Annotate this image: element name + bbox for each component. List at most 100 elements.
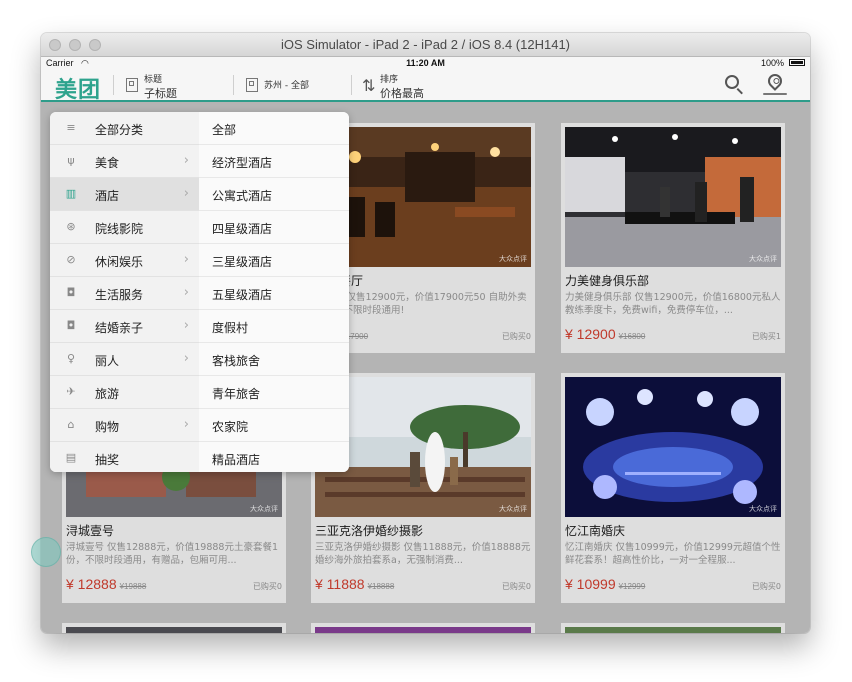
subcategory-label: 精品酒店 (212, 453, 261, 467)
touch-indicator (31, 537, 61, 567)
subcategory-label: 公寓式酒店 (212, 189, 273, 203)
subcategory-item[interactable]: 度假村 (199, 310, 349, 343)
plane-icon: ✈ (66, 385, 76, 398)
deal-title: 浔城壹号 (66, 524, 115, 538)
nav-location-selector[interactable]: 苏州 - 全部 (246, 69, 346, 100)
battery-percent: 100% (760, 58, 784, 68)
chevron-right-icon: › (183, 285, 189, 300)
nav-category-selector[interactable]: 标题 子标题 (126, 69, 236, 100)
category-item-leisure[interactable]: ⊘ 休闲娱乐 › (50, 244, 199, 277)
camera-icon: ◘ (66, 319, 76, 332)
category-item-all[interactable]: ≡ 全部分类 (50, 112, 199, 145)
camera-icon: ◘ (66, 286, 76, 299)
category-item-lottery[interactable]: ▤ 抽奖 (50, 442, 199, 472)
deal-card[interactable]: 大众点评 力美健身俱乐部 力美健身俱乐部 仅售12900元，价值16800元私人… (561, 123, 785, 353)
sort-value: 价格最高 (380, 87, 424, 100)
deal-image (66, 627, 282, 633)
subcategory-item[interactable]: 精品酒店 (199, 442, 349, 472)
subcategory-item[interactable]: 公寓式酒店 (199, 178, 349, 211)
watermark: 大众点评 (499, 505, 527, 513)
subcategory-label: 农家院 (212, 420, 249, 434)
deal-image (315, 627, 531, 633)
nav-divider (351, 75, 352, 95)
price-value: ¥ 12900 (565, 326, 616, 342)
subcategory-item[interactable]: 五星级酒店 (199, 277, 349, 310)
simulator-window: iOS Simulator - iPad 2 - iPad 2 / iOS 8.… (41, 33, 810, 633)
subcategory-label: 四星级酒店 (212, 222, 273, 236)
chevron-right-icon: › (183, 351, 189, 366)
beauty-icon: ♀ (66, 352, 76, 365)
watermark: 大众点评 (499, 255, 527, 263)
category-item-shopping[interactable]: ⌂ 购物 › (50, 409, 199, 442)
original-price: ¥18888 (367, 582, 395, 591)
deal-price: ¥ 10999 ¥12999 (565, 576, 645, 592)
subcategory-label: 度假村 (212, 321, 249, 335)
sold-count: 已购买0 (501, 582, 531, 591)
subcategory-label: 五星级酒店 (212, 288, 273, 302)
deal-price: ¥ 11888 ¥18888 (315, 576, 394, 592)
bag-icon: ⌂ (67, 418, 75, 431)
nav-title: 标题 (144, 75, 163, 85)
price-value: ¥ 11888 (315, 576, 365, 592)
price-value: ¥ 12888 (66, 576, 117, 592)
deal-image (565, 377, 781, 517)
building-icon (126, 78, 138, 92)
original-price: ¥12999 (618, 582, 646, 591)
category-item-beauty[interactable]: ♀ 丽人 › (50, 343, 199, 376)
nav-bar: 美团 标题 子标题 苏州 - 全部 ⇅ 排序 价格最高 (41, 69, 810, 103)
category-item-food[interactable]: ψ 美食 › (50, 145, 199, 178)
category-label: 全部分类 (95, 123, 144, 137)
original-price: ¥16800 (618, 332, 646, 341)
subcategory-item[interactable]: 经济型酒店 (199, 145, 349, 178)
location-pin-icon[interactable] (765, 71, 785, 91)
subcategory-list: 全部 经济型酒店 公寓式酒店 四星级酒店 三星级酒店 五星级酒店 度假村 客栈旅… (199, 112, 349, 472)
search-icon[interactable] (725, 75, 739, 89)
deal-card[interactable]: 大众点评 忆江南婚庆 忆江南婚庆 仅售10999元，价值12999元超值个性鲜花… (561, 373, 785, 603)
price-value: ¥ 10999 (565, 576, 616, 592)
film-reel-icon: ⊛ (66, 220, 76, 233)
nav-sort-selector[interactable]: ⇅ 排序 价格最高 (362, 69, 462, 100)
subcategory-label: 客栈旅舍 (212, 354, 261, 368)
watermark: 大众点评 (749, 255, 777, 263)
category-item-wedding[interactable]: ◘ 结婚亲子 › (50, 310, 199, 343)
category-item-life-services[interactable]: ◘ 生活服务 › (50, 277, 199, 310)
location-pin-base (763, 93, 787, 95)
subcategory-item[interactable]: 农家院 (199, 409, 349, 442)
deal-card[interactable] (62, 623, 286, 633)
subcategory-item[interactable]: 四星级酒店 (199, 211, 349, 244)
deal-card[interactable] (561, 623, 785, 633)
sold-count: 已购买0 (751, 582, 781, 591)
category-label: 美食 (95, 156, 120, 170)
deal-description: 忆江南婚庆 仅售10999元，价值12999元超值个性鲜花套系！超高性价比，一对… (565, 542, 781, 566)
category-item-travel[interactable]: ✈ 旅游 (50, 376, 199, 409)
sold-count: 已购买0 (501, 332, 531, 341)
subcategory-item[interactable]: 客栈旅舍 (199, 343, 349, 376)
watermark: 大众点评 (749, 505, 777, 513)
window-titlebar: iOS Simulator - iPad 2 - iPad 2 / iOS 8.… (41, 33, 810, 57)
category-label: 购物 (95, 420, 120, 434)
subcategory-item[interactable]: 全部 (199, 112, 349, 145)
chevron-right-icon: › (183, 417, 189, 432)
sort-title: 排序 (380, 75, 399, 85)
category-item-cinema[interactable]: ⊛ 院线影院 (50, 211, 199, 244)
subcategory-item[interactable]: 青年旅舍 (199, 376, 349, 409)
deal-image (565, 627, 781, 633)
deal-card[interactable] (311, 623, 535, 633)
sold-count: 已购买1 (751, 332, 781, 341)
watermark: 大众点评 (250, 505, 278, 513)
chevron-right-icon: › (183, 252, 189, 267)
nav-divider (113, 75, 114, 95)
subcategory-item[interactable]: 三星级酒店 (199, 244, 349, 277)
deal-description: 浔城壹号 仅售12888元，价值19888元土豪套餐1份，不限时段通用，有赠品，… (66, 542, 279, 566)
battery-icon (789, 59, 805, 66)
menu-icon: ≡ (66, 121, 76, 134)
deal-price: ¥ 12888 ¥19888 (66, 576, 146, 592)
hotel-icon: ▥ (65, 187, 77, 200)
building-icon (246, 78, 258, 92)
category-item-hotel[interactable]: ▥ 酒店 › (50, 178, 199, 211)
deal-description: 力美健身俱乐部 仅售12900元，价值16800元私人教练季度卡，免费wifi，… (565, 292, 781, 316)
category-label: 休闲娱乐 (95, 255, 144, 269)
category-dropdown: ≡ 全部分类 ψ 美食 › ▥ 酒店 › ⊛ 院线影院 ⊘ 休闲娱乐 › ◘ 生… (50, 112, 349, 472)
deal-image (565, 127, 781, 267)
deal-title: 忆江南婚庆 (565, 524, 626, 538)
